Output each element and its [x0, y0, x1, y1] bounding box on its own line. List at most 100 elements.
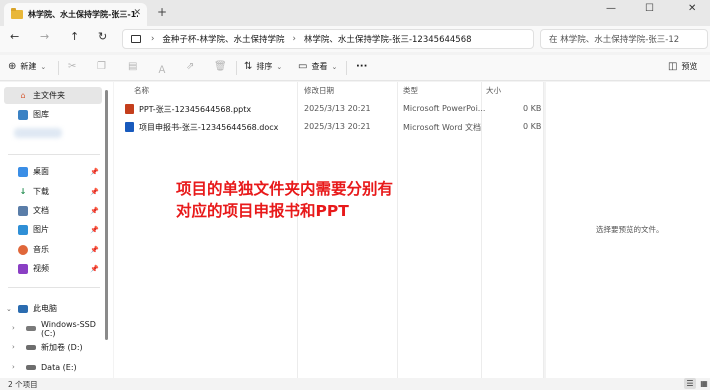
- divider: [236, 61, 237, 75]
- navigation-bar: ← → ↑ ↻ › 金种子杯-林学院、水土保持学院 › 林学院、水土保持学院-张…: [0, 26, 710, 52]
- column-header-size[interactable]: 大小: [486, 85, 501, 96]
- documents-icon: [18, 205, 28, 216]
- details-view-icon[interactable]: ☰: [684, 378, 696, 389]
- share-button[interactable]: ⇗: [186, 61, 198, 72]
- divider: [8, 287, 100, 288]
- breadcrumb-chevron-icon: ›: [151, 34, 155, 44]
- sort-label: 排序: [256, 62, 273, 71]
- sidebar-item-videos[interactable]: 视频 📌: [4, 260, 102, 277]
- delete-button[interactable]: 🗑: [214, 61, 231, 72]
- file-modified: 2025/3/13 20:21: [304, 122, 371, 131]
- table-row[interactable]: 项目申报书-张三-12345644568.docx 2025/3/13 20:2…: [124, 119, 541, 136]
- sidebar-item-label: Data (E:): [41, 363, 77, 372]
- share-icon: ⇗: [186, 61, 195, 72]
- home-icon: ⌂: [20, 91, 26, 100]
- navigation-pane: ⌂ 主文件夹 图库 桌面 📌 ↓ 下载 📌 文档 📌 图片 📌 音乐 📌 视频 …: [0, 82, 113, 378]
- forward-button[interactable]: →: [40, 30, 49, 43]
- column-header-type[interactable]: 类型: [403, 85, 418, 96]
- divider: [346, 61, 347, 75]
- drive-icon: [26, 365, 36, 370]
- sidebar-item-drive-e[interactable]: Data (E:): [4, 359, 102, 376]
- music-icon: [18, 244, 28, 255]
- rename-button[interactable]: Ａ: [157, 61, 171, 76]
- more-icon: ···: [356, 61, 368, 72]
- sidebar-item-home[interactable]: ⌂ 主文件夹: [4, 87, 102, 104]
- refresh-button[interactable]: ↻: [98, 30, 107, 43]
- copy-button[interactable]: ❐: [97, 61, 110, 72]
- sidebar-item-this-pc[interactable]: 此电脑: [4, 300, 102, 317]
- back-button[interactable]: ←: [10, 30, 19, 43]
- file-type: Microsoft Word 文档: [403, 123, 482, 132]
- drive-icon: [26, 326, 36, 331]
- search-input[interactable]: 在 林学院、水土保持学院-张三-12: [540, 29, 708, 49]
- sidebar-item-label: 图片: [33, 225, 49, 234]
- sidebar-item-pictures[interactable]: 图片 📌: [4, 221, 102, 238]
- sidebar-scrollbar[interactable]: [105, 90, 108, 340]
- trash-icon: 🗑: [214, 61, 227, 72]
- annotation-overlay: 项目的单独文件夹内需要分别有 对应的项目申报书和PPT: [176, 178, 393, 222]
- pin-icon: 📌: [90, 167, 99, 176]
- sidebar-item-gallery[interactable]: 图库: [4, 106, 102, 123]
- breadcrumb-item[interactable]: 金种子杯-林学院、水土保持学院: [162, 33, 284, 45]
- view-icon: ▭: [298, 61, 308, 72]
- breadcrumb-item[interactable]: 林学院、水土保持学院-张三-12345644568: [304, 33, 472, 45]
- new-button[interactable]: ⊕ 新建 ⌄: [8, 61, 46, 72]
- paste-button[interactable]: ▤: [128, 61, 141, 72]
- sidebar-item-label: 新加卷 (D:): [41, 343, 83, 352]
- blurred-account-item: [14, 128, 62, 138]
- sort-icon: ⇅: [244, 61, 253, 72]
- tab-current-folder[interactable]: 林学院、水土保持学院-张三-12 ✕: [4, 3, 147, 26]
- new-tab-button[interactable]: +: [157, 5, 167, 19]
- tab-bar: 林学院、水土保持学院-张三-12 ✕ + — ☐ ✕: [0, 0, 710, 26]
- column-header-name[interactable]: 名称: [134, 85, 149, 96]
- close-tab-icon[interactable]: ✕: [133, 8, 141, 18]
- folder-icon: [11, 8, 23, 19]
- file-type: Microsoft PowerPoi...: [403, 104, 486, 113]
- cut-button[interactable]: ✂: [68, 61, 80, 72]
- pin-icon: 📌: [90, 187, 99, 196]
- clipboard-icon: ▤: [128, 61, 138, 72]
- details-pane-button[interactable]: ◫ 预览: [668, 61, 697, 72]
- divider: [58, 61, 59, 75]
- up-button[interactable]: ↑: [70, 30, 79, 43]
- word-file-icon: [125, 122, 134, 132]
- chevron-down-icon: ⌄: [331, 62, 338, 71]
- status-bar: 2 个项目 ☰ ▦: [0, 378, 710, 390]
- computer-icon: [131, 35, 141, 43]
- plus-circle-icon: ⊕: [8, 61, 17, 72]
- column-header-modified[interactable]: 修改日期: [304, 85, 334, 96]
- sidebar-item-label: 音乐: [33, 245, 49, 254]
- sidebar-item-drive-c[interactable]: Windows-SSD (C:): [4, 320, 102, 338]
- powerpoint-file-icon: [125, 104, 134, 114]
- sidebar-item-label: 图库: [33, 110, 49, 119]
- minimize-button[interactable]: —: [606, 3, 616, 14]
- file-modified: 2025/3/13 20:21: [304, 104, 371, 113]
- sort-button[interactable]: ⇅ 排序 ⌄: [244, 61, 282, 72]
- copy-icon: ❐: [97, 61, 106, 72]
- sidebar-item-label: 桌面: [33, 167, 49, 176]
- download-icon: ↓: [19, 187, 27, 196]
- tiles-view-icon[interactable]: ▦: [698, 378, 710, 389]
- sidebar-item-label: 文档: [33, 206, 49, 215]
- view-button[interactable]: ▭ 查看 ⌄: [298, 61, 337, 72]
- desktop-icon: [18, 166, 28, 177]
- rename-icon: Ａ: [157, 65, 167, 76]
- sidebar-item-music[interactable]: 音乐 📌: [4, 241, 102, 258]
- annotation-line: 对应的项目申报书和PPT: [176, 202, 349, 220]
- sidebar-item-downloads[interactable]: ↓ 下载 📌: [4, 183, 102, 200]
- tab-title: 林学院、水土保持学院-张三-12: [28, 10, 138, 19]
- pin-icon: 📌: [90, 206, 99, 215]
- maximize-button[interactable]: ☐: [645, 3, 654, 14]
- sidebar-item-documents[interactable]: 文档 📌: [4, 202, 102, 219]
- pin-icon: 📌: [90, 264, 99, 273]
- sidebar-item-label: 主文件夹: [33, 91, 65, 100]
- more-options-button[interactable]: ···: [356, 61, 367, 72]
- close-window-button[interactable]: ✕: [688, 3, 696, 14]
- sidebar-item-drive-d[interactable]: 新加卷 (D:): [4, 339, 102, 356]
- scissors-icon: ✂: [68, 61, 77, 72]
- divider: [8, 154, 100, 155]
- address-bar[interactable]: › 金种子杯-林学院、水土保持学院 › 林学院、水土保持学院-张三-123456…: [122, 29, 534, 49]
- sidebar-item-desktop[interactable]: 桌面 📌: [4, 163, 102, 180]
- table-row[interactable]: PPT-张三-12345644568.pptx 2025/3/13 20:21 …: [124, 101, 541, 118]
- gallery-icon: [18, 109, 28, 120]
